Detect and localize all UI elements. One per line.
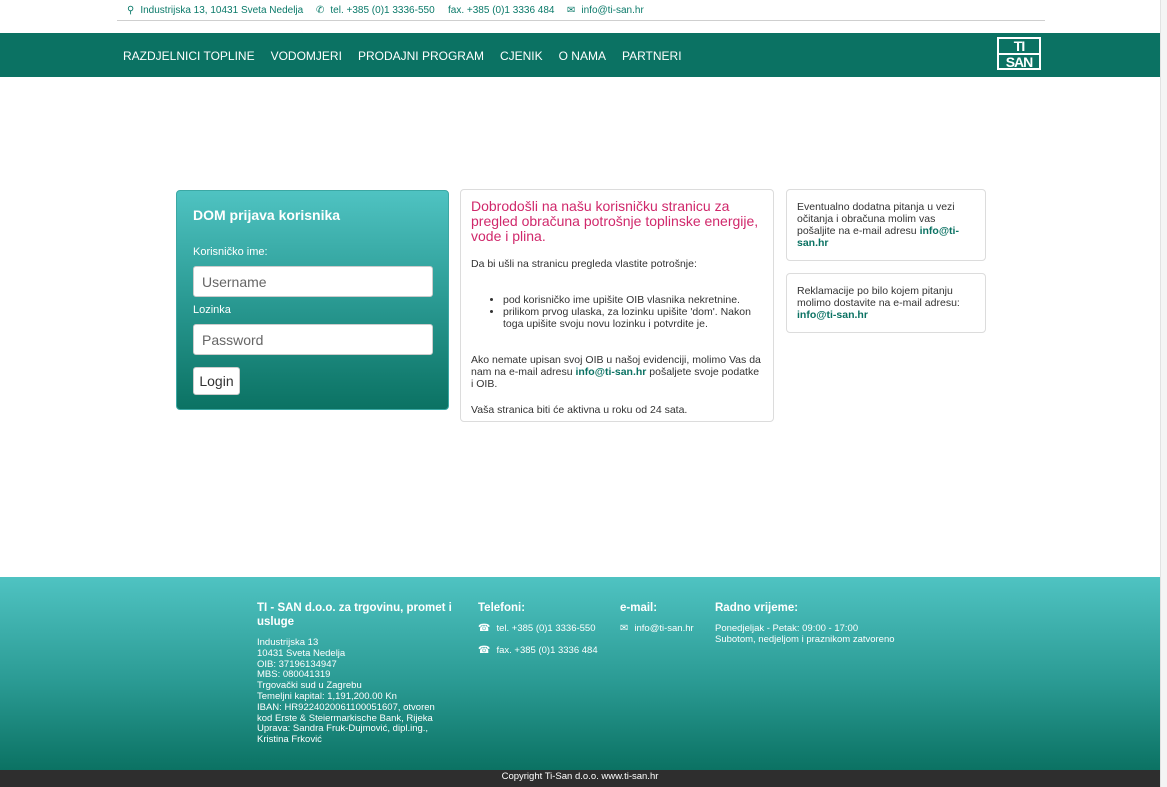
company-title: TI - SAN d.o.o. za trgovinu, promet i us… [257, 602, 452, 628]
fax-icon: ☎ [478, 644, 491, 656]
footer-company: TI - SAN d.o.o. za trgovinu, promet i us… [257, 601, 462, 746]
complaints-box: Reklamacije po bilo kojem pitanju molimo… [786, 273, 986, 333]
instructions-list: pod korisničko ime upišite OIB vlasnika … [503, 294, 763, 330]
complaints-text: Reklamacije po bilo kojem pitanju molimo… [797, 285, 960, 309]
mail-icon: ✉ [620, 623, 629, 634]
mail-icon: ✉ [567, 5, 576, 16]
main-nav: RAZDJELNICI TOPLINE VODOMJERI PRODAJNI P… [0, 33, 1160, 77]
hours-line: Subotom, nedjeljom i praznikom zatvoreno [715, 633, 895, 645]
login-title: DOM prijava korisnika [193, 207, 341, 223]
footer-phone[interactable]: ☎ tel. +385 (0)1 3336-550 [478, 623, 598, 635]
company-line: 10431 Sveta Nedelja [257, 647, 346, 659]
welcome-box: Dobrodošli na našu korisničku stranicu z… [460, 189, 774, 422]
phones-title: Telefoni: [478, 602, 526, 614]
nav-menu: RAZDJELNICI TOPLINE VODOMJERI PRODAJNI P… [123, 49, 698, 63]
address-text: Industrijska 13, 10431 Sveta Nedelja [140, 5, 304, 16]
login-button[interactable]: Login [193, 367, 240, 395]
address-item: ⚲ Industrijska 13, 10431 Sveta Nedelja [127, 5, 303, 16]
password-label: Lozinka [193, 304, 231, 316]
username-input[interactable] [193, 266, 433, 297]
questions-box: Eventualno dodatna pitanja u vezi očitan… [786, 189, 986, 261]
activation-note: Vaša stranica biti će aktivna u roku od … [471, 404, 688, 416]
copyright-bar: Copyright Ti-San d.o.o. www.ti-san.hr [0, 770, 1160, 787]
logo-top: TI [1013, 38, 1025, 54]
list-item: pod korisničko ime upišite OIB vlasnika … [503, 294, 763, 306]
footer: TI - SAN d.o.o. za trgovinu, promet i us… [0, 577, 1160, 770]
nav-item-o-nama[interactable]: O NAMA [559, 49, 606, 63]
welcome-heading: Dobrodošli na našu korisničku stranicu z… [471, 198, 759, 244]
fax-item: fax. +385 (0)1 3336 484 [448, 5, 554, 16]
phone-icon: ☎ [478, 623, 491, 634]
nav-item-vodomjeri[interactable]: VODOMJERI [271, 49, 342, 63]
oib-paragraph: Ako nemate upisan svoj OIB u našoj evide… [471, 354, 763, 390]
email-link[interactable]: info@ti-san.hr [581, 5, 643, 16]
map-pin-icon: ⚲ [127, 5, 135, 16]
hours-title: Radno vrijeme: [715, 602, 799, 614]
nav-item-razdjelnici-topline[interactable]: RAZDJELNICI TOPLINE [123, 49, 255, 63]
footer-email-item[interactable]: ✉ info@ti-san.hr [620, 623, 694, 635]
nav-item-cjenik[interactable]: CJENIK [500, 49, 543, 63]
password-input[interactable] [193, 324, 433, 355]
scrollbar[interactable] [1160, 0, 1167, 787]
fax-text: fax. +385 (0)1 3336 484 [448, 5, 555, 16]
nav-item-prodajni-program[interactable]: PRODAJNI PROGRAM [358, 49, 484, 63]
username-label: Korisničko ime: [193, 246, 268, 258]
email-title: e-mail: [620, 602, 658, 614]
footer-fax-text: fax. +385 (0)1 3336 484 [496, 644, 598, 656]
nav-item-partneri[interactable]: PARTNERI [622, 49, 682, 63]
ti-san-logo[interactable]: TI SAN [997, 37, 1041, 70]
complaints-email-link[interactable]: info@ti-san.hr [797, 309, 868, 321]
footer-phone-text: tel. +385 (0)1 3336-550 [496, 623, 596, 634]
company-line: Kristina Frković [257, 734, 322, 746]
footer-hours: Radno vrijeme: Ponedjeljak - Petak: 09:0… [715, 601, 895, 646]
phone-item[interactable]: ✆ tel. +385 (0)1 3336-550 [316, 5, 435, 16]
phone-text: tel. +385 (0)1 3336-550 [330, 5, 435, 16]
oib-email-link[interactable]: info@ti-san.hr [575, 366, 646, 378]
logo-bottom: SAN [999, 53, 1039, 69]
welcome-intro: Da bi ušli na stranicu pregleda vlastite… [471, 258, 697, 270]
email-item[interactable]: ✉ info@ti-san.hr [567, 5, 644, 16]
footer-email-link[interactable]: info@ti-san.hr [634, 623, 693, 635]
company-line: IBAN: HR9224020061100051607, otvoren [257, 701, 435, 713]
login-panel: DOM prijava korisnika Korisničko ime: Lo… [176, 190, 449, 410]
footer-email: e-mail: ✉ info@ti-san.hr [620, 601, 694, 646]
contact-bar: ⚲ Industrijska 13, 10431 Sveta Nedelja ✆… [117, 0, 1045, 21]
list-item: prilikom prvog ulaska, za lozinku upišit… [503, 306, 763, 330]
footer-phones: Telefoni: ☎ tel. +385 (0)1 3336-550 ☎ fax.… [478, 601, 598, 668]
phone-icon: ✆ [316, 5, 325, 16]
footer-fax: ☎ fax. +385 (0)1 3336 484 [478, 644, 598, 657]
